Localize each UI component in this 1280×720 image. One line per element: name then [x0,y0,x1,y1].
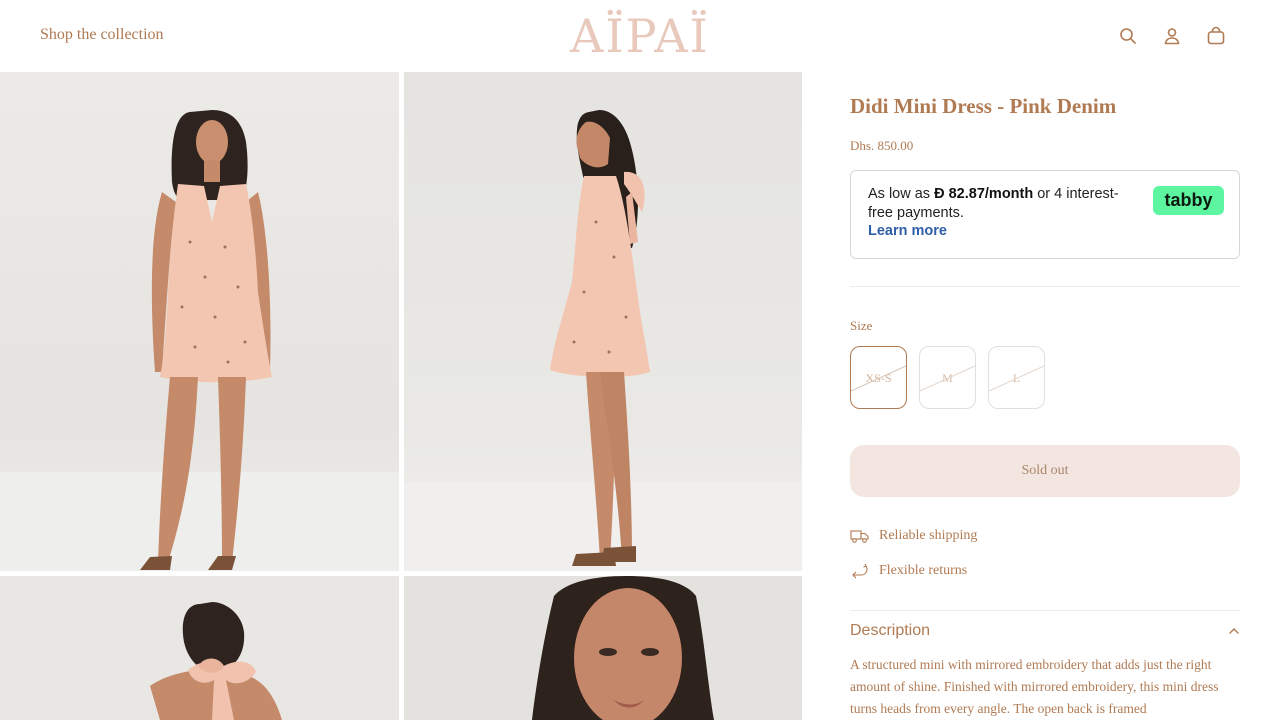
account-icon[interactable] [1160,24,1184,48]
header-icons [1116,24,1228,48]
tabby-prefix: As low as [868,186,935,202]
divider [850,610,1240,611]
brand-logo[interactable]: AÏPAÏ [570,6,710,66]
logo-text: AÏPAÏ [570,9,710,63]
tabby-promo-box: As low as Ð 82.87/month or 4 interest-fr… [850,170,1240,259]
chevron-up-icon [1228,622,1240,640]
size-option-m[interactable]: M [919,346,976,409]
feature-shipping: Reliable shipping [850,526,977,545]
product-photo-closeup[interactable] [404,576,802,720]
shop-collection-link[interactable]: Shop the collection [40,26,164,44]
divider [850,286,1240,287]
tabby-amount: 82.87/month [944,186,1034,202]
tabby-currency-symbol: Ð [934,186,945,202]
product-gallery [0,72,802,720]
feature-returns: Flexible returns [850,561,967,580]
product-photo-front[interactable] [0,72,399,571]
description-title: Description [850,622,931,639]
description-text: A structured mini with mirrored embroide… [850,657,1219,716]
feature-label: Flexible returns [879,562,968,578]
product-info-panel: Didi Mini Dress - Pink Denim Dhs. 850.00… [850,72,1240,720]
tabby-learn-more-link[interactable]: Learn more [868,223,947,239]
return-arrow-icon [850,561,869,580]
site-header: Shop the collection AÏPAÏ [0,0,1280,72]
search-icon[interactable] [1116,24,1140,48]
size-options: XS-S M L [850,346,1045,409]
tabby-message: As low as Ð 82.87/month or 4 interest-fr… [868,185,1140,222]
product-photo-back[interactable] [0,576,399,720]
product-price: Dhs. 850.00 [850,138,914,153]
truck-icon [850,526,869,545]
description-accordion-header[interactable]: Description [850,622,1240,640]
size-label: Size [850,318,873,333]
size-option-xs-s[interactable]: XS-S [850,346,907,409]
product-title: Didi Mini Dress - Pink Denim [850,94,1117,118]
cart-icon[interactable] [1204,24,1228,48]
tabby-logo-badge: tabby [1153,186,1224,215]
product-photo-side[interactable] [404,72,802,571]
sold-out-button[interactable]: Sold out [850,445,1240,497]
size-option-l[interactable]: L [988,346,1045,409]
feature-label: Reliable shipping [879,527,978,543]
